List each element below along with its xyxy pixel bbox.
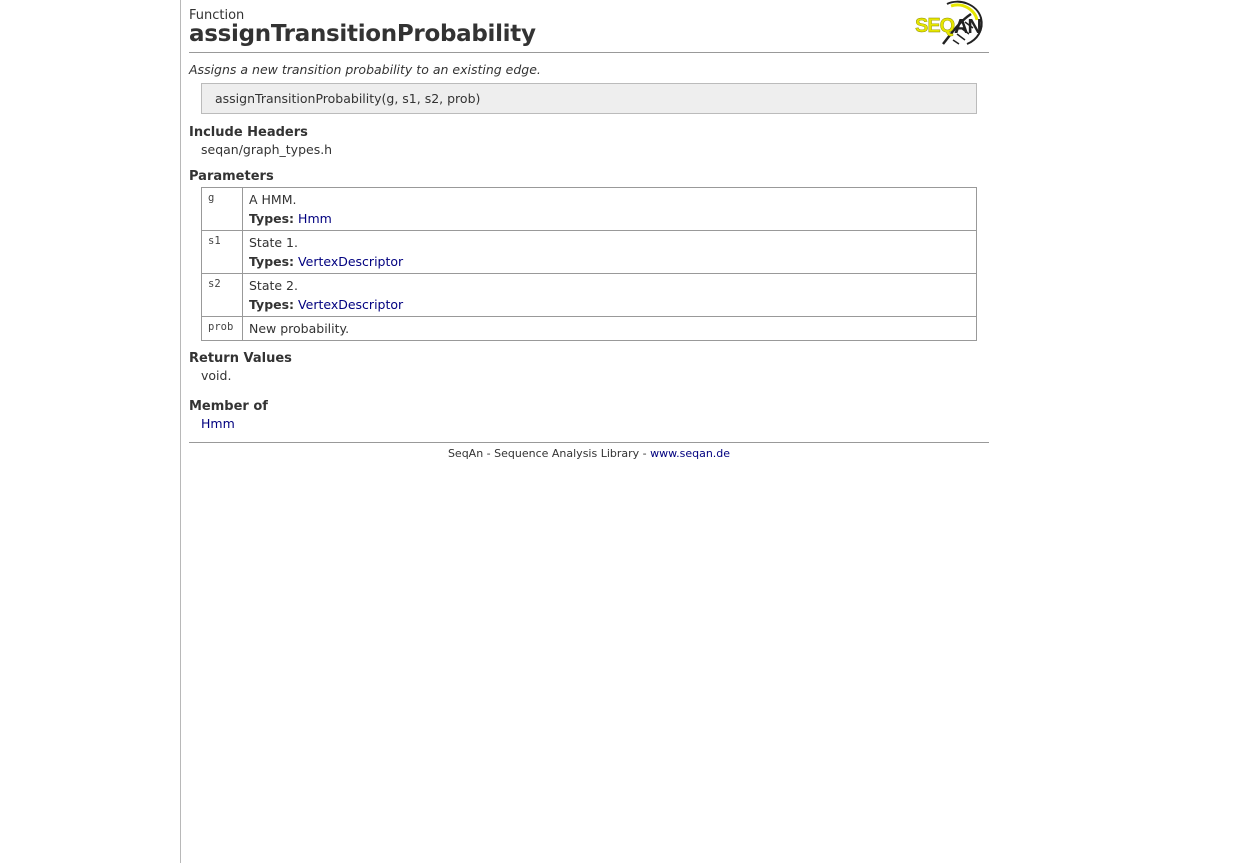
- footer-text: SeqAn - Sequence Analysis Library -: [447, 447, 651, 460]
- table-row: s2 State 2. Types: VertexDescriptor: [201, 273, 977, 317]
- return-value: void.: [201, 368, 232, 383]
- type-link-vertexdescriptor[interactable]: VertexDescriptor: [298, 254, 403, 269]
- type-link-vertexdescriptor[interactable]: VertexDescriptor: [298, 297, 403, 312]
- include-headers-title: Include Headers: [189, 125, 308, 140]
- param-name: prob: [201, 316, 243, 341]
- return-values-section: Return Values void.: [189, 351, 989, 383]
- function-summary: Assigns a new transition probability to …: [189, 62, 541, 77]
- function-signature: assignTransitionProbability(g, s1, s2, p…: [201, 83, 977, 114]
- return-values-title: Return Values: [189, 351, 292, 366]
- include-header-file: seqan/graph_types.h: [201, 142, 333, 157]
- include-headers-section: Include Headers seqan/graph_types.h: [189, 125, 989, 157]
- param-desc-text: New probability.: [249, 321, 350, 336]
- param-name: s1: [201, 230, 243, 274]
- page-header: Function assignTransitionProbability SEQ…: [189, 0, 989, 53]
- param-description: A HMM. Types: Hmm: [242, 187, 977, 231]
- doc-page: Function assignTransitionProbability SEQ…: [189, 0, 989, 460]
- param-description: State 2. Types: VertexDescriptor: [242, 273, 977, 317]
- member-of-title: Member of: [189, 399, 268, 414]
- param-types: Types: Hmm: [249, 209, 970, 228]
- param-name: s2: [201, 273, 243, 317]
- types-label: Types:: [249, 297, 295, 312]
- parameters-section: Parameters g A HMM. Types: Hmm s1 State …: [189, 169, 989, 341]
- seqan-logo: SEQ AN: [915, 0, 983, 45]
- left-border-line: [180, 0, 181, 863]
- member-of-value: Hmm: [189, 416, 989, 431]
- type-link-hmm[interactable]: Hmm: [298, 211, 332, 226]
- param-desc-text: A HMM.: [249, 192, 297, 207]
- svg-text:AN: AN: [954, 16, 981, 38]
- param-description: State 1. Types: VertexDescriptor: [242, 230, 977, 274]
- param-desc-text: State 1.: [249, 235, 298, 250]
- param-name: g: [201, 187, 243, 231]
- table-row: prob New probability.: [201, 316, 977, 341]
- param-types: Types: VertexDescriptor: [249, 295, 970, 314]
- page-title: assignTransitionProbability: [189, 21, 536, 47]
- footer-link-seqan[interactable]: www.seqan.de: [650, 447, 730, 460]
- svg-text:SEQ: SEQ: [915, 15, 955, 37]
- types-label: Types:: [249, 211, 295, 226]
- types-label: Types:: [249, 254, 295, 269]
- parameters-title: Parameters: [189, 169, 274, 184]
- footer-divider: [189, 442, 989, 443]
- member-of-section: Member of Hmm: [189, 399, 989, 431]
- param-description: New probability.: [242, 316, 977, 341]
- page-footer: SeqAn - Sequence Analysis Library - www.…: [189, 447, 989, 460]
- param-desc-text: State 2.: [249, 278, 298, 293]
- parameters-table: g A HMM. Types: Hmm s1 State 1. Types: V…: [201, 187, 977, 341]
- table-row: g A HMM. Types: Hmm: [201, 187, 977, 231]
- table-row: s1 State 1. Types: VertexDescriptor: [201, 230, 977, 274]
- member-of-link-hmm[interactable]: Hmm: [201, 416, 235, 431]
- param-types: Types: VertexDescriptor: [249, 252, 970, 271]
